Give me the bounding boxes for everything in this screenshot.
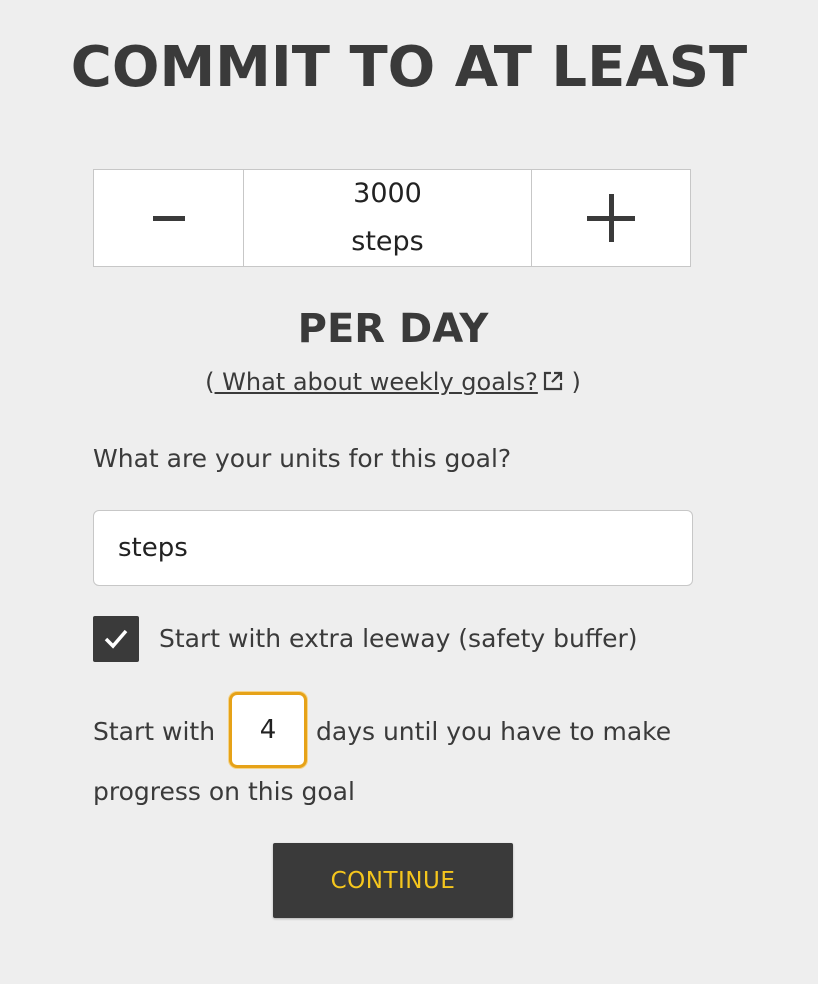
leeway-checkbox-label[interactable]: Start with extra leeway (safety buffer) xyxy=(159,620,637,658)
checkmark-icon xyxy=(104,629,128,649)
external-link-icon xyxy=(543,371,562,391)
leeway-prefix: Start with xyxy=(93,717,216,746)
leeway-days-input[interactable] xyxy=(235,698,301,762)
leeway-days-field[interactable] xyxy=(229,692,307,768)
units-input[interactable] xyxy=(93,510,693,586)
stepper-unit: steps xyxy=(351,226,424,257)
leeway-checkbox[interactable] xyxy=(93,616,139,662)
leeway-suffix-line2: progress on this goal xyxy=(93,777,355,806)
weekly-close-paren: ) xyxy=(571,368,581,396)
goal-rate-stepper: 3000 steps xyxy=(93,169,691,267)
increment-button[interactable] xyxy=(532,170,690,266)
stepper-value: 3000 xyxy=(353,178,422,209)
rate-period-label: PER DAY xyxy=(297,306,489,352)
weekly-goals-link-text: What about weekly goals? xyxy=(214,368,538,396)
decrement-button[interactable] xyxy=(94,170,244,266)
weekly-goals-link[interactable]: What about weekly goals? xyxy=(215,368,564,396)
page-title: COMMIT TO AT LEAST xyxy=(70,35,748,100)
continue-button[interactable]: CONTINUE xyxy=(273,843,513,918)
stepper-value-display: 3000 steps xyxy=(244,170,532,266)
leeway-suffix: days until you have to make xyxy=(316,717,672,746)
weekly-goals-hint: ( What about weekly goals? ) xyxy=(0,364,786,400)
units-question: What are your units for this goal? xyxy=(93,444,512,473)
minus-icon xyxy=(152,215,185,221)
plus-icon xyxy=(587,194,635,242)
weekly-open-paren: ( xyxy=(205,368,215,396)
